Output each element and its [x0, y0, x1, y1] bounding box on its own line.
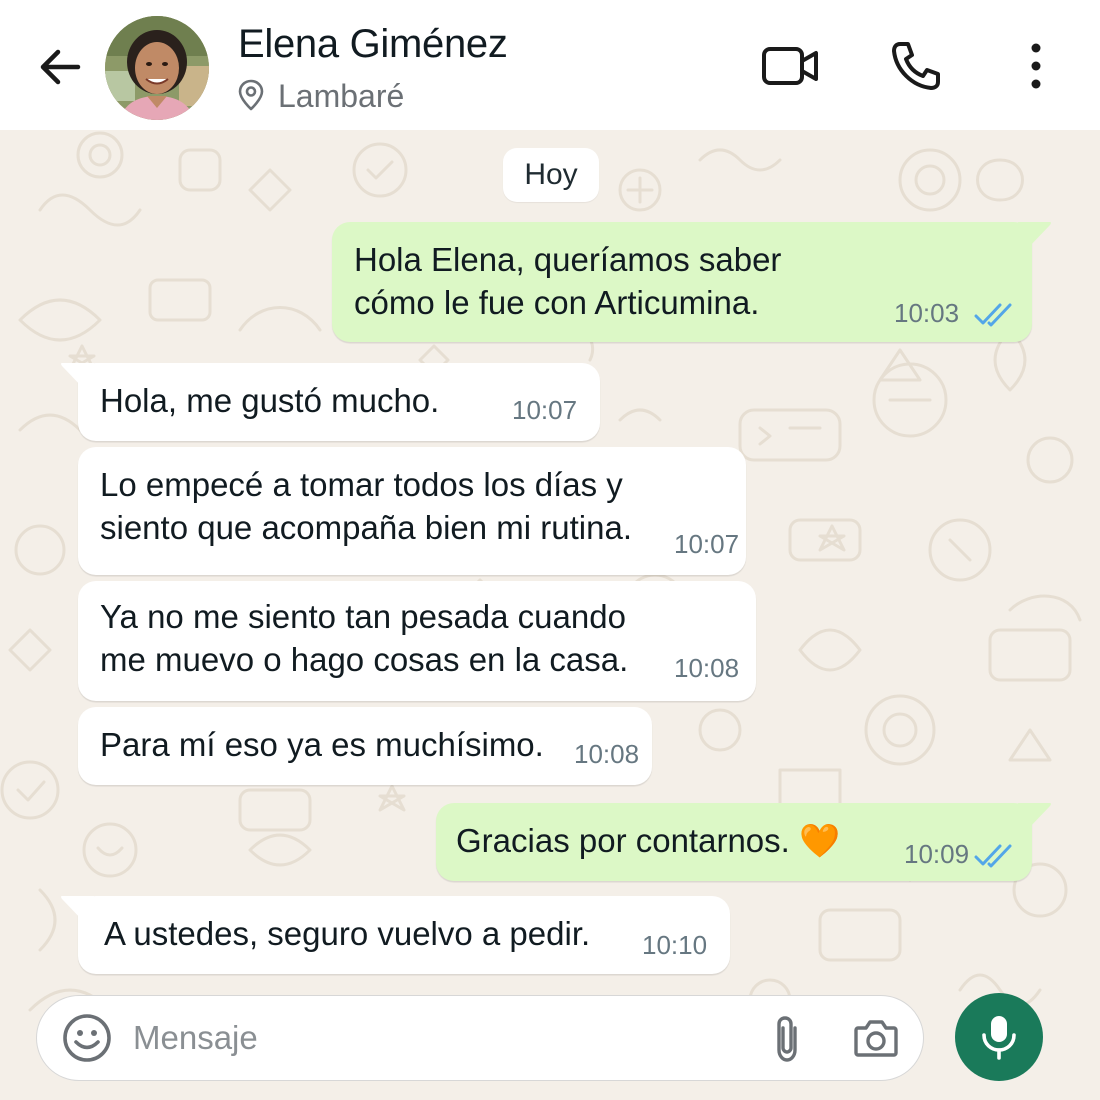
- message-incoming[interactable]: Hola, me gustó mucho. 10:07: [61, 363, 600, 441]
- bubble-tail: [61, 896, 94, 922]
- message-incoming[interactable]: Lo empecé a tomar todos los días y sient…: [78, 447, 746, 575]
- message-text: A ustedes, seguro vuelvo a pedir.: [104, 915, 591, 952]
- message-time: 10:03: [894, 298, 960, 328]
- contact-location: Lambaré: [278, 78, 405, 114]
- message-text: Gracias por contarnos. 🧡: [456, 822, 841, 859]
- back-arrow-icon[interactable]: [34, 40, 88, 94]
- mic-icon[interactable]: [955, 993, 1043, 1081]
- message-text: Ya no me siento tan pesada cuando: [100, 598, 626, 635]
- message-time: 10:07: [674, 529, 740, 559]
- message-incoming[interactable]: A ustedes, seguro vuelvo a pedir. 10:10: [61, 896, 730, 974]
- bubble-tail: [1018, 803, 1051, 829]
- message-composer: [36, 995, 924, 1081]
- video-call-icon[interactable]: [760, 42, 822, 90]
- message-incoming[interactable]: Para mí eso ya es muchísimo. 10:08: [78, 707, 652, 785]
- avatar[interactable]: [105, 16, 209, 120]
- message-text: cómo le fue con Articumina.: [354, 284, 760, 321]
- message-incoming[interactable]: Ya no me siento tan pesada cuando me mue…: [78, 581, 756, 701]
- phone-call-icon[interactable]: [888, 38, 944, 94]
- chat-header: Elena Giménez Lambaré: [0, 0, 1100, 130]
- camera-icon[interactable]: [853, 1016, 899, 1060]
- message-input[interactable]: [133, 1010, 733, 1066]
- attach-icon[interactable]: [767, 1014, 807, 1064]
- contact-name[interactable]: Elena Giménez: [238, 22, 508, 67]
- message-time: 10:10: [642, 930, 708, 960]
- message-text: Para mí eso ya es muchísimo.: [100, 726, 544, 763]
- bubble-tail: [1018, 222, 1051, 248]
- message-time: 10:08: [574, 739, 640, 769]
- emoji-icon[interactable]: [61, 1012, 113, 1064]
- message-text: siento que acompaña bien mi rutina.: [100, 509, 632, 546]
- message-time: 10:09: [904, 839, 970, 869]
- message-text: Lo empecé a tomar todos los días y: [100, 466, 623, 503]
- read-receipt-icon: [974, 303, 1012, 327]
- message-time: 10:08: [674, 653, 740, 683]
- message-text: Hola, me gustó mucho.: [100, 382, 440, 419]
- location-pin-icon: [236, 78, 266, 112]
- bubble-tail: [61, 363, 94, 389]
- read-receipt-icon: [974, 844, 1012, 868]
- chat-area[interactable]: Hoy Hola Elena, queríamos saber cómo le …: [0, 130, 1100, 1100]
- message-outgoing[interactable]: Gracias por contarnos. 🧡 10:09: [436, 803, 1051, 881]
- message-text: Hola Elena, queríamos saber: [354, 241, 782, 278]
- date-separator: Hoy: [503, 148, 599, 202]
- message-time: 10:07: [512, 395, 578, 425]
- message-text: me muevo o hago cosas en la casa.: [100, 641, 629, 678]
- more-options-icon[interactable]: [1020, 40, 1052, 92]
- message-outgoing[interactable]: Hola Elena, queríamos saber cómo le fue …: [332, 222, 1051, 342]
